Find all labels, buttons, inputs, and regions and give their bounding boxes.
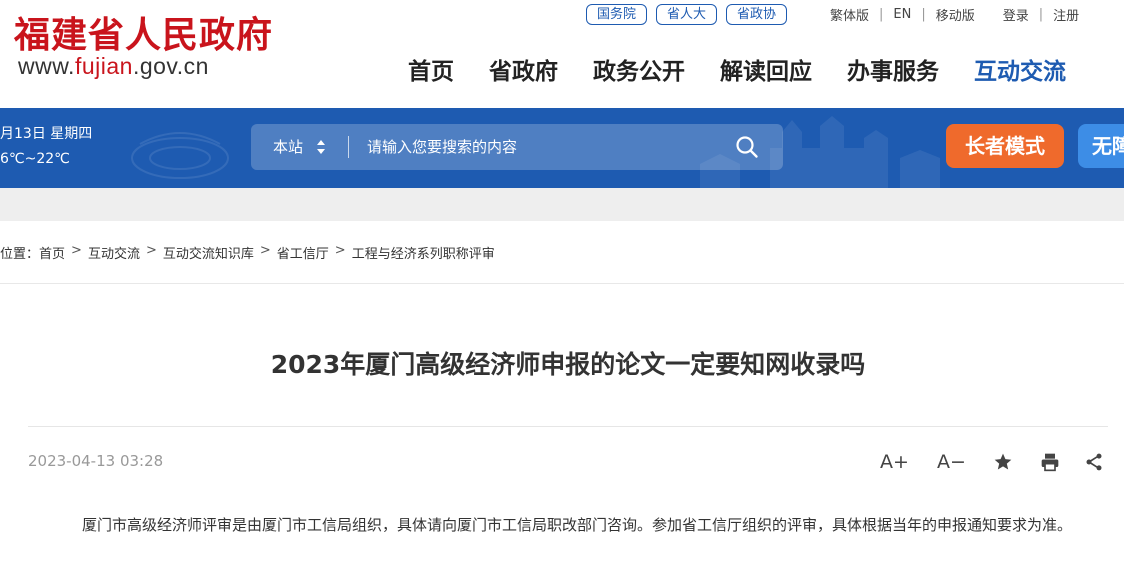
nav-item-government[interactable]: 省政府 — [489, 52, 558, 86]
search-divider — [348, 136, 349, 158]
main-nav: 首页 省政府 政务公开 解读回应 办事服务 互动交流 — [408, 52, 1101, 86]
top-pill-links: 国务院 省人大 省政协 — [586, 4, 788, 25]
print-icon — [1041, 453, 1059, 472]
font-smaller-label: A− — [937, 451, 966, 473]
grey-divider-strip — [0, 188, 1124, 221]
temperature-display: 6℃~22℃ — [0, 151, 70, 167]
font-larger-label: A+ — [880, 451, 909, 473]
font-larger-button[interactable]: A+ — [880, 448, 909, 476]
pill-link-state-council[interactable]: 国务院 — [586, 4, 648, 25]
search-scope-select[interactable]: 本站 — [273, 124, 303, 170]
top-utility-links: 繁体版 | EN | 移动版 登录 | 注册 — [830, 4, 1079, 25]
site-header: 福建省人民政府 www.fujian.gov.cn 国务院 省人大 省政协 繁体… — [0, 0, 1124, 108]
url-prefix: www. — [18, 53, 75, 79]
divider: | — [1038, 7, 1044, 22]
breadcrumb-separator: > — [145, 243, 157, 258]
search-box: 本站 — [251, 124, 783, 170]
nav-item-open-affairs[interactable]: 政务公开 — [593, 52, 685, 86]
breadcrumb-item-knowledge-base[interactable]: 互动交流知识库 — [163, 243, 254, 262]
star-icon — [994, 453, 1012, 470]
site-logo-title[interactable]: 福建省人民政府 — [14, 6, 273, 58]
url-highlight: fujian — [74, 53, 133, 79]
divider: | — [879, 7, 884, 22]
share-icon — [1086, 453, 1102, 471]
article-title: 2023年厦门高级经济师申报的论文一定要知网收录吗 — [270, 350, 866, 379]
register-link[interactable]: 注册 — [1053, 5, 1079, 24]
pill-link-provincial-cppcc[interactable]: 省政协 — [726, 4, 788, 25]
breadcrumb-item-current[interactable]: 工程与经济系列职称评审 — [352, 243, 495, 262]
breadcrumb-separator: > — [259, 243, 271, 258]
nav-item-interpretation[interactable]: 解读回应 — [720, 52, 812, 86]
search-input[interactable] — [367, 124, 727, 170]
url-suffix: .gov.cn — [132, 53, 209, 79]
breadcrumb-item-department[interactable]: 省工信厅 — [277, 243, 329, 262]
font-smaller-button[interactable]: A− — [937, 448, 966, 476]
share-button[interactable] — [1084, 448, 1104, 476]
publish-date: 2023-04-13 03:28 — [28, 452, 164, 470]
mobile-version-link[interactable]: 移动版 — [936, 5, 975, 24]
sort-arrows-icon[interactable] — [316, 139, 326, 155]
date-display: 月13日 星期四 — [0, 126, 93, 142]
article-body: 厦门市高级经济师评审是由厦门市工信局组织，具体请向厦门市工信局职改部门咨询。参加… — [82, 516, 1073, 534]
breadcrumb-divider — [0, 283, 1124, 284]
print-button[interactable] — [1040, 448, 1060, 476]
elder-mode-button[interactable]: 长者模式 — [946, 124, 1064, 168]
search-banner: 月13日 星期四 6℃~22℃ 本站 长者模式 无障 — [0, 108, 1124, 188]
search-icon[interactable] — [735, 135, 759, 159]
nav-item-services[interactable]: 办事服务 — [847, 52, 939, 86]
pill-link-provincial-congress[interactable]: 省人大 — [656, 4, 718, 25]
favorite-button[interactable] — [993, 448, 1013, 476]
breadcrumb-item-home[interactable]: 首页 — [39, 243, 65, 262]
breadcrumb-item-interaction[interactable]: 互动交流 — [88, 243, 140, 262]
nav-item-interaction[interactable]: 互动交流 — [974, 52, 1066, 86]
login-link[interactable]: 登录 — [1003, 5, 1029, 24]
accessibility-button[interactable]: 无障 — [1078, 124, 1124, 168]
english-link[interactable]: EN — [893, 7, 911, 22]
site-url[interactable]: www.fujian.gov.cn — [18, 53, 209, 80]
breadcrumb-prefix: 位置： — [0, 247, 40, 262]
traditional-chinese-link[interactable]: 繁体版 — [830, 5, 869, 24]
breadcrumb: 位置： 首页 > 互动交流 > 互动交流知识库 > 省工信厅 > 工程与经济系列… — [0, 243, 495, 262]
nav-item-home[interactable]: 首页 — [408, 52, 454, 86]
title-divider — [28, 426, 1108, 427]
divider: | — [921, 7, 926, 22]
breadcrumb-separator: > — [334, 243, 346, 258]
breadcrumb-separator: > — [71, 243, 82, 258]
